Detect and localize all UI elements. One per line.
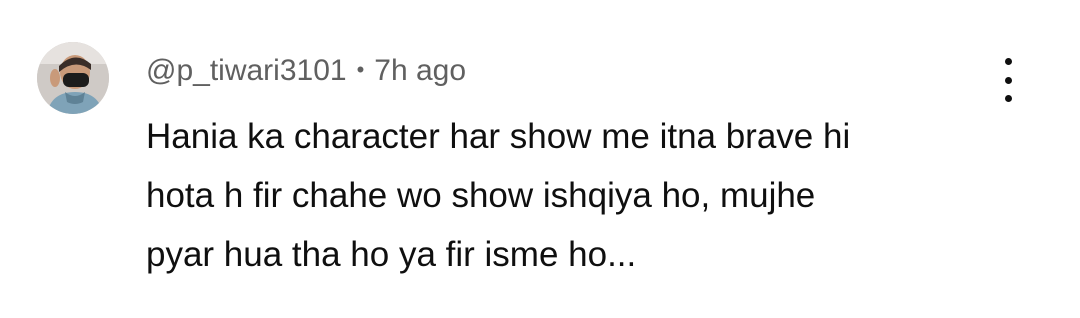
menu-dot (1004, 95, 1012, 102)
comment-text-line: Hania ka character har show me itna brav… (146, 117, 851, 156)
comment-text-line: pyar hua tha ho ya fir isme ho... (146, 235, 637, 274)
comment-timestamp: 7h ago (374, 54, 467, 87)
meta-separator: • (356, 57, 365, 82)
menu-dot (1004, 58, 1012, 65)
comment-item: @p_tiwari3101 • 7h ago Hania ka characte… (0, 0, 1080, 318)
avatar[interactable] (37, 42, 109, 114)
more-vert-icon[interactable] (990, 58, 1026, 102)
comment-meta: @p_tiwari3101 • 7h ago (146, 51, 466, 91)
menu-dot (1004, 76, 1012, 84)
comment-author[interactable]: @p_tiwari3101 (146, 54, 347, 88)
comment-text: Hania ka character har show me itna brav… (146, 107, 1016, 284)
user-avatar-photo-icon (37, 42, 109, 114)
comment-text-line: hota h fir chahe wo show ishqiya ho, muj… (146, 176, 816, 215)
